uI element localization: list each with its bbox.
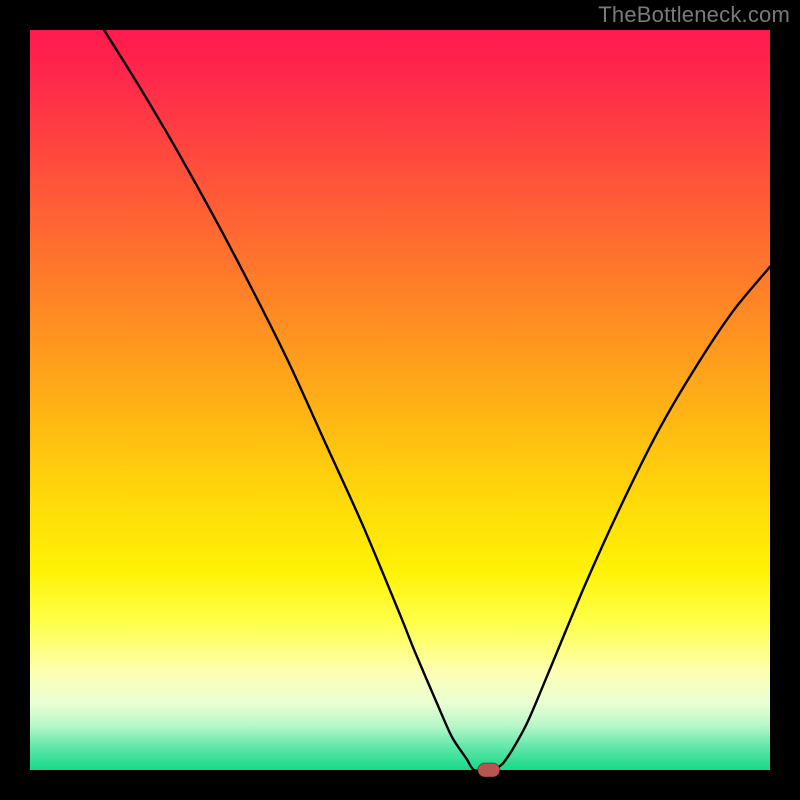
bottleneck-curve — [104, 30, 770, 771]
plot-area — [30, 30, 770, 770]
watermark-text: TheBottleneck.com — [598, 2, 790, 28]
chart-container: TheBottleneck.com — [0, 0, 800, 800]
optimum-marker — [478, 763, 500, 777]
chart-svg — [30, 30, 770, 770]
